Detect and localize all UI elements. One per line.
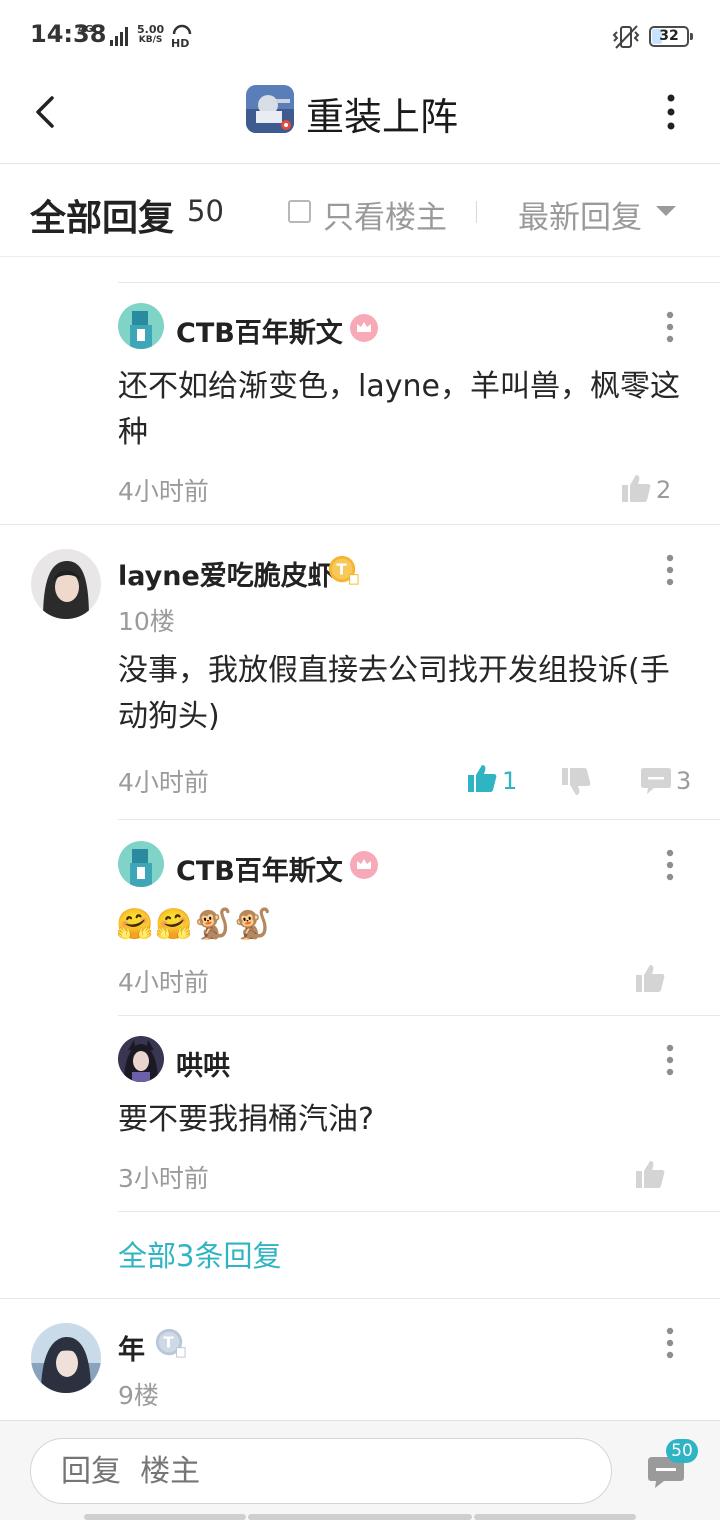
reply-content: 要不要我捐桶汽油?	[118, 1102, 374, 1137]
thread-divider	[0, 524, 720, 525]
divider	[118, 819, 720, 820]
reply-count: 50	[187, 194, 224, 228]
more-vertical-icon[interactable]	[666, 1044, 674, 1076]
avatar[interactable]	[118, 303, 164, 349]
svg-text:T: T	[336, 561, 347, 579]
divider	[118, 282, 720, 283]
like-count: 2	[656, 476, 672, 504]
nav-gesture-bar	[248, 1514, 472, 1520]
reply-filter-bar: 全部回复 50 只看楼主 最新回复	[0, 165, 720, 257]
divider	[118, 1015, 720, 1016]
status-time: 14:38	[30, 20, 107, 48]
crown-badge-icon	[350, 314, 378, 342]
divider	[118, 1211, 720, 1212]
nav-gesture-bar	[84, 1514, 246, 1520]
floor-number: 9楼	[118, 1381, 159, 1410]
level-badge-icon: T	[155, 1328, 186, 1358]
reply-time: 4小时前	[118, 477, 209, 506]
reply-content: 还不如给渐变色，layne，羊叫兽，枫零这 种	[118, 369, 680, 450]
thumbs-up-icon[interactable]	[634, 1158, 666, 1190]
status-bar: 14:38 4G 5.00 KB/S HD 32	[0, 0, 720, 72]
network-speed: 5.00 KB/S	[137, 23, 165, 45]
chevron-left-icon[interactable]	[28, 92, 68, 132]
forum-title: 重装上阵	[306, 95, 459, 139]
reply-time: 3小时前	[118, 1164, 209, 1193]
avatar[interactable]	[118, 841, 164, 887]
reply-time: 4小时前	[118, 768, 209, 797]
avatar[interactable]	[118, 1036, 164, 1082]
nav-gesture-bar	[474, 1514, 636, 1520]
username[interactable]: layne爱吃脆皮虾	[118, 554, 335, 593]
caret-down-icon[interactable]	[656, 206, 676, 216]
reply-count: 3	[676, 767, 692, 795]
sort-dropdown[interactable]: 最新回复	[518, 192, 642, 237]
reply-input[interactable]	[30, 1438, 612, 1504]
battery-indicator: 32	[649, 26, 693, 47]
avatar[interactable]	[31, 549, 101, 619]
thumbs-up-icon[interactable]	[634, 962, 666, 994]
network-type: 4G	[78, 24, 94, 35]
vibrate-icon	[612, 25, 640, 49]
top-nav: 重装上阵	[0, 72, 720, 164]
all-replies-title: 全部回复	[30, 198, 175, 239]
avatar[interactable]	[31, 1323, 101, 1393]
only-op-checkbox[interactable]	[288, 200, 311, 223]
thumbs-up-icon[interactable]	[466, 762, 498, 794]
reply-content: 没事，我放假直接去公司找开发组投诉(手 动狗头)	[118, 653, 670, 734]
forum-avatar[interactable]	[246, 85, 294, 133]
all-replies-link[interactable]: 全部3条回复	[118, 1233, 281, 1279]
svg-text:HD: HD	[171, 37, 189, 48]
hd-voice-icon: HD	[171, 24, 192, 48]
more-vertical-icon[interactable]	[666, 1327, 674, 1359]
username[interactable]: 哄哄	[176, 1044, 230, 1083]
more-vertical-icon[interactable]	[666, 311, 674, 343]
more-vertical-icon[interactable]	[666, 849, 674, 881]
comment-icon[interactable]	[640, 764, 672, 796]
signal-icon	[110, 27, 128, 46]
reply-input-bar: 50	[0, 1420, 720, 1520]
thumbs-up-icon[interactable]	[620, 472, 652, 504]
username[interactable]: CTB百年斯文	[176, 311, 343, 350]
svg-text:T: T	[163, 1334, 174, 1352]
crown-badge-icon	[350, 851, 378, 879]
only-op-label[interactable]: 只看楼主	[323, 192, 447, 237]
thread-divider	[0, 1298, 720, 1299]
username[interactable]: CTB百年斯文	[176, 849, 343, 888]
filter-divider	[476, 201, 477, 223]
more-vertical-icon[interactable]	[666, 554, 674, 586]
thumbs-down-icon[interactable]	[560, 766, 592, 798]
reply-count-badge: 50	[666, 1439, 698, 1463]
reply-time: 4小时前	[118, 968, 209, 997]
username[interactable]: 年	[118, 1328, 145, 1367]
more-vertical-icon[interactable]	[664, 92, 678, 132]
like-count: 1	[502, 767, 518, 795]
reply-content: 🤗🤗🐒🐒	[116, 907, 274, 942]
level-badge-icon: T	[328, 555, 359, 585]
floor-number: 10楼	[118, 607, 175, 636]
